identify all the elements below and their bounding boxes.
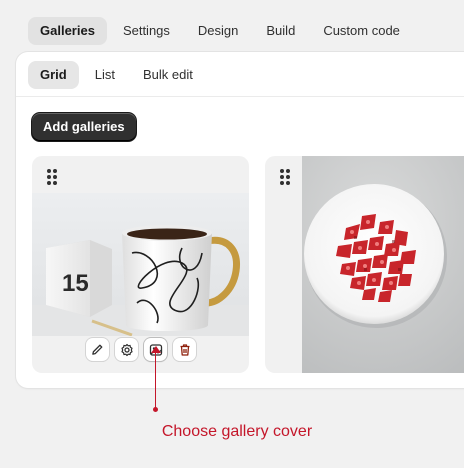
top-tabs: Galleries Settings Design Build Custom c… (28, 17, 412, 45)
tab-design[interactable]: Design (186, 17, 250, 45)
galleries-panel: Grid List Bulk edit Add galleries 15 (16, 52, 464, 388)
trash-icon (180, 343, 189, 356)
pointer-dot (153, 407, 158, 412)
tab-grid[interactable]: Grid (28, 61, 79, 89)
tab-custom-code[interactable]: Custom code (311, 17, 412, 45)
tab-list[interactable]: List (83, 61, 127, 89)
gallery-card[interactable]: 15 (32, 156, 249, 373)
divider (16, 96, 464, 97)
pointer-arrow-icon (151, 346, 161, 353)
tab-galleries[interactable]: Galleries (28, 17, 107, 45)
add-galleries-button[interactable]: Add galleries (32, 113, 136, 141)
annotation-label: Choose gallery cover (161, 423, 313, 440)
drag-handle-icon[interactable] (280, 169, 290, 185)
tab-bulk-edit[interactable]: Bulk edit (131, 61, 205, 89)
view-tabs: Grid List Bulk edit (28, 61, 205, 89)
drag-handle-icon[interactable] (47, 169, 57, 185)
delete-button[interactable] (173, 338, 196, 361)
tab-settings[interactable]: Settings (111, 17, 182, 45)
pointer-line (155, 351, 156, 409)
pencil-icon (92, 344, 103, 355)
gallery-cover-image (302, 156, 464, 373)
gallery-card[interactable] (265, 156, 464, 373)
card-actions (86, 338, 196, 361)
edit-button[interactable] (86, 338, 109, 361)
gallery-cover-image: 15 (32, 193, 249, 336)
calendar-number: 15 (62, 270, 89, 297)
tab-build[interactable]: Build (254, 17, 307, 45)
gear-icon (120, 343, 133, 356)
settings-button[interactable] (115, 338, 138, 361)
